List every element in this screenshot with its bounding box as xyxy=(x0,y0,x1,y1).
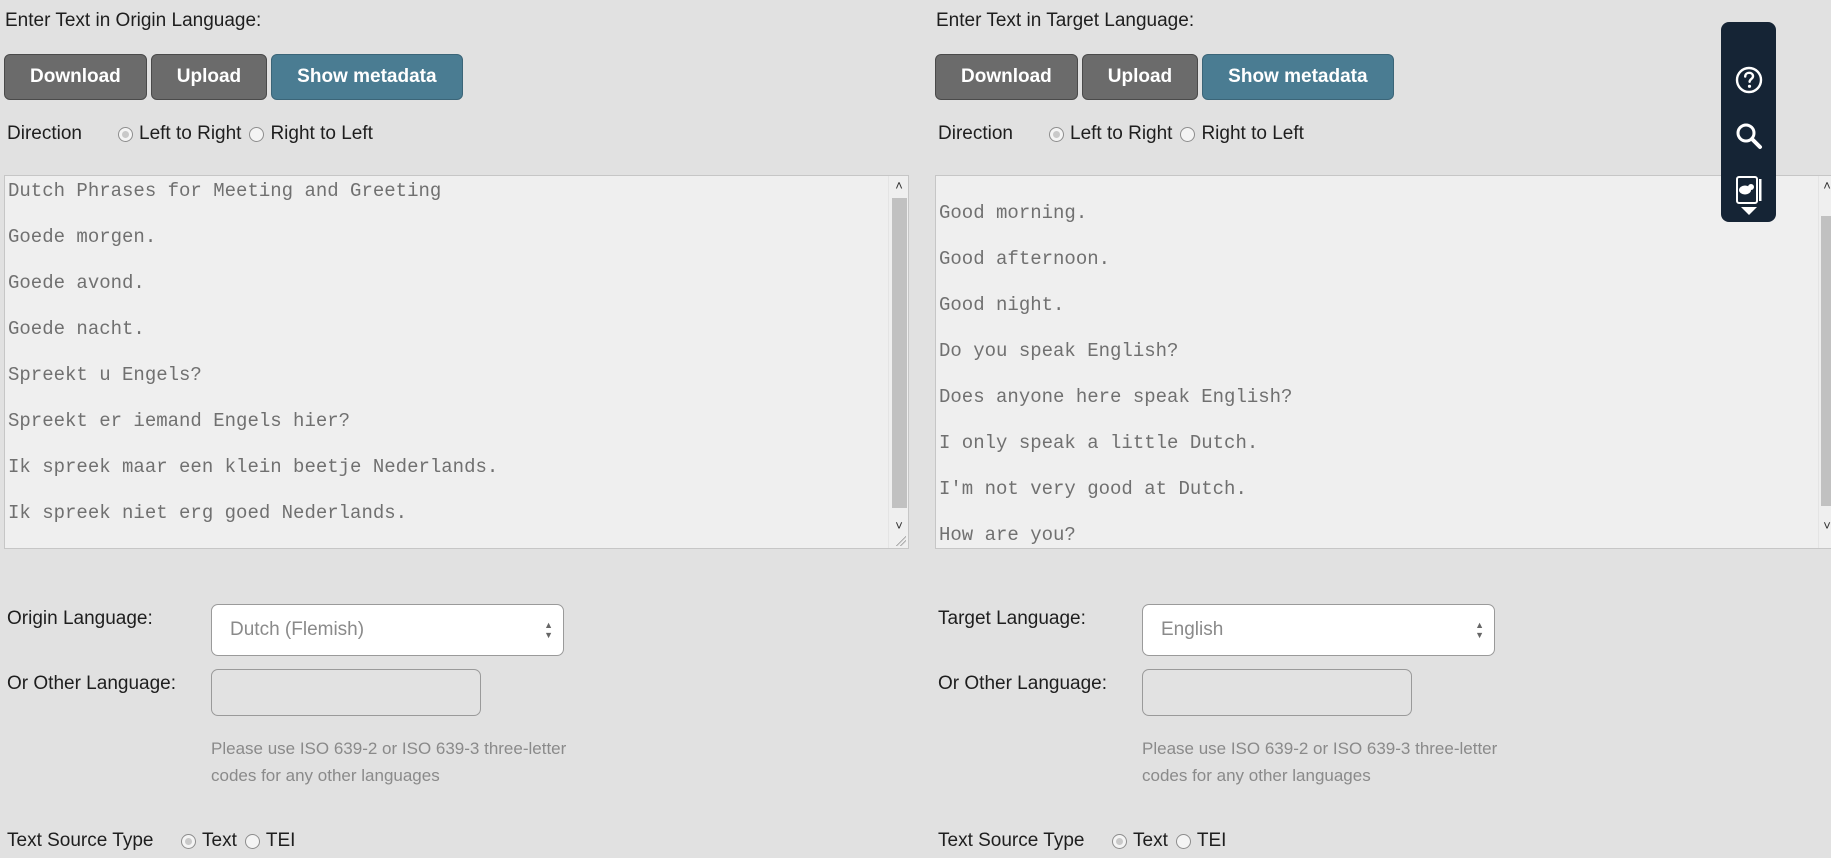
origin-other-language-label: Or Other Language: xyxy=(7,673,176,694)
text-line: Good morning. xyxy=(939,202,1088,224)
origin-direction-ltr-radio[interactable] xyxy=(118,126,133,142)
target-language-value: English xyxy=(1161,619,1224,640)
origin-direction-ltr-option[interactable]: Left to Right xyxy=(118,123,241,145)
target-text-scrollbar[interactable]: ˄ ˅ xyxy=(1818,176,1831,548)
text-line: Good afternoon. xyxy=(939,248,1111,270)
annotation-icon[interactable] xyxy=(1733,174,1765,206)
origin-source-text-option[interactable]: Text xyxy=(181,830,237,852)
origin-scroll-thumb[interactable] xyxy=(892,198,907,508)
origin-download-button[interactable]: Download xyxy=(4,54,147,100)
origin-language-select[interactable]: Dutch (Flemish) ▲ ▼ xyxy=(211,604,564,656)
text-line: Spreekt u Engels? xyxy=(8,364,202,386)
origin-show-metadata-button[interactable]: Show metadata xyxy=(271,54,463,100)
origin-direction-label: Direction xyxy=(7,123,82,144)
floating-toolbar xyxy=(1721,22,1776,222)
select-arrows-icon: ▲ ▼ xyxy=(544,620,553,640)
target-direction-row: Direction Left to Right Right to Left xyxy=(938,123,1312,145)
text-line: Dutch Phrases for Meeting and Greeting xyxy=(8,180,442,202)
text-line xyxy=(939,176,1810,200)
target-direction-ltr-radio[interactable] xyxy=(1049,126,1064,142)
scroll-down-icon[interactable]: ˅ xyxy=(889,516,908,536)
origin-source-text-label: Text xyxy=(202,830,237,851)
origin-source-type-label: Text Source Type xyxy=(7,830,154,851)
resize-grip-icon[interactable] xyxy=(896,536,906,546)
origin-source-text-radio[interactable] xyxy=(181,833,196,849)
text-line: How are you? xyxy=(939,524,1076,546)
target-direction-rtl-label: Right to Left xyxy=(1201,123,1304,144)
target-button-row: Download Upload Show metadata xyxy=(935,54,1394,100)
origin-source-tei-option[interactable]: TEI xyxy=(244,830,296,852)
origin-upload-button[interactable]: Upload xyxy=(150,54,268,100)
text-line: Ik spreek maar een klein beetje Nederlan… xyxy=(8,456,499,478)
origin-direction-rtl-radio[interactable] xyxy=(249,126,265,142)
chevron-down-icon[interactable] xyxy=(1739,204,1759,216)
scroll-down-icon[interactable]: ˅ xyxy=(1819,516,1831,536)
target-direction-ltr-label: Left to Right xyxy=(1070,123,1173,144)
target-source-type-label: Text Source Type xyxy=(938,830,1085,851)
target-text-area[interactable]: Good morning. Good afternoon. Good night… xyxy=(935,175,1831,549)
origin-source-tei-label: TEI xyxy=(265,830,296,851)
target-direction-label: Direction xyxy=(938,123,1013,144)
target-upload-button[interactable]: Upload xyxy=(1081,54,1199,100)
text-line: Good night. xyxy=(939,294,1065,316)
target-source-tei-label: TEI xyxy=(1196,830,1227,851)
target-panel: Enter Text in Target Language: Download … xyxy=(931,0,1831,858)
target-source-type-row: Text Source Type Text TEI xyxy=(938,830,1234,852)
target-other-language-input[interactable] xyxy=(1142,669,1412,716)
text-line: Does anyone here speak English? xyxy=(939,386,1293,408)
target-language-label: Target Language: xyxy=(938,608,1086,629)
text-line: Goede morgen. xyxy=(8,226,157,248)
scroll-up-icon[interactable]: ˄ xyxy=(889,176,908,196)
target-panel-title: Enter Text in Target Language: xyxy=(936,10,1195,31)
target-download-button[interactable]: Download xyxy=(935,54,1078,100)
origin-direction-rtl-label: Right to Left xyxy=(270,123,373,144)
origin-direction-ltr-label: Left to Right xyxy=(139,123,242,144)
target-source-text-label: Text xyxy=(1133,830,1168,851)
search-icon[interactable] xyxy=(1733,120,1765,152)
origin-button-row: Download Upload Show metadata xyxy=(4,54,463,100)
origin-direction-rtl-option[interactable]: Right to Left xyxy=(249,123,373,145)
target-language-hint: Please use ISO 639-2 or ISO 639-3 three-… xyxy=(1142,739,1498,785)
text-line: Do you speak English? xyxy=(939,340,1179,362)
help-icon[interactable] xyxy=(1733,64,1765,96)
target-show-metadata-button[interactable]: Show metadata xyxy=(1202,54,1394,100)
target-source-text-radio[interactable] xyxy=(1112,833,1127,849)
origin-direction-row: Direction Left to Right Right to Left xyxy=(7,123,381,145)
select-arrows-icon: ▲ ▼ xyxy=(1475,620,1484,640)
origin-panel: Enter Text in Origin Language: Download … xyxy=(0,0,915,858)
text-line: I only speak a little Dutch. xyxy=(939,432,1259,454)
target-other-language-label: Or Other Language: xyxy=(938,673,1107,694)
target-source-text-option[interactable]: Text xyxy=(1112,830,1168,852)
target-source-tei-option[interactable]: TEI xyxy=(1175,830,1227,852)
origin-source-type-row: Text Source Type Text TEI xyxy=(7,830,303,852)
origin-language-hint: Please use ISO 639-2 or ISO 639-3 three-… xyxy=(211,739,567,785)
origin-text-scrollbar[interactable]: ˄ ˅ xyxy=(888,176,908,548)
text-line: Goede nacht. xyxy=(8,318,145,340)
target-direction-rtl-option[interactable]: Right to Left xyxy=(1180,123,1304,145)
origin-language-label: Origin Language: xyxy=(7,608,153,629)
target-scroll-thumb[interactable] xyxy=(1821,216,1831,506)
text-line: Ik spreek niet erg goed Nederlands. xyxy=(8,502,408,524)
target-direction-ltr-option[interactable]: Left to Right xyxy=(1049,123,1172,145)
origin-other-language-input[interactable] xyxy=(211,669,481,716)
origin-language-value: Dutch (Flemish) xyxy=(230,619,365,640)
scroll-up-icon[interactable]: ˄ xyxy=(1819,176,1831,196)
text-line: I'm not very good at Dutch. xyxy=(939,478,1247,500)
target-language-select[interactable]: English ▲ ▼ xyxy=(1142,604,1495,656)
target-source-tei-radio[interactable] xyxy=(1175,833,1191,849)
origin-panel-title: Enter Text in Origin Language: xyxy=(5,10,262,31)
origin-source-tei-radio[interactable] xyxy=(244,833,260,849)
target-direction-rtl-radio[interactable] xyxy=(1180,126,1196,142)
text-line: Spreekt er iemand Engels hier? xyxy=(8,410,351,432)
text-line: Goede avond. xyxy=(8,272,145,294)
origin-text-area[interactable]: Dutch Phrases for Meeting and Greeting G… xyxy=(4,175,909,549)
